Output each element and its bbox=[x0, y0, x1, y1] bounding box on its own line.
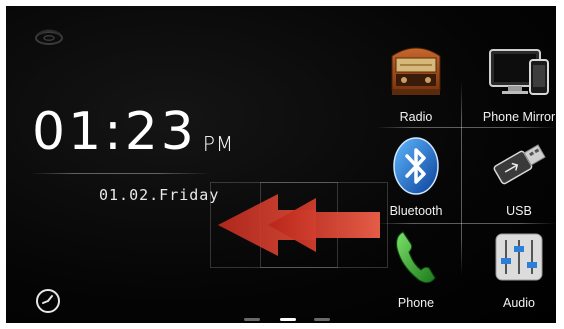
page-indicator-3[interactable] bbox=[314, 318, 330, 321]
clock-settings-icon[interactable] bbox=[35, 288, 61, 314]
app-audio[interactable]: Audio bbox=[473, 224, 556, 320]
disc-icon[interactable] bbox=[34, 28, 64, 48]
app-radio-label: Radio bbox=[399, 110, 433, 124]
clock-ampm: PM bbox=[202, 132, 235, 156]
phone-icon bbox=[396, 231, 436, 284]
phone-mirror-icon bbox=[489, 49, 549, 95]
swipe-left-arrow-icon bbox=[218, 194, 380, 256]
page-indicator-1[interactable] bbox=[244, 318, 260, 321]
clock-date: 01.02.Friday bbox=[99, 186, 220, 204]
app-bluetooth-label: Bluetooth bbox=[389, 204, 443, 218]
clock-divider bbox=[30, 173, 210, 174]
app-phone-label: Phone bbox=[397, 296, 435, 310]
app-radio[interactable]: Radio bbox=[370, 34, 462, 130]
home-screen: 01:23 PM 01.02.Friday Radio Phone Mirror… bbox=[6, 6, 556, 323]
app-phone-mirror[interactable]: Phone Mirror bbox=[473, 34, 556, 130]
page-indicator-2[interactable] bbox=[280, 318, 296, 321]
app-bluetooth[interactable]: Bluetooth bbox=[370, 130, 462, 226]
app-audio-label: Audio bbox=[503, 296, 535, 310]
clock-time: 01:23 bbox=[32, 102, 197, 162]
usb-icon bbox=[493, 144, 546, 185]
app-usb-label: USB bbox=[506, 204, 532, 218]
app-usb[interactable]: USB bbox=[473, 130, 556, 226]
app-phone[interactable]: Phone bbox=[370, 224, 462, 320]
audio-icon bbox=[495, 233, 543, 281]
clock-display: 01:23 PM bbox=[32, 106, 234, 158]
bluetooth-icon bbox=[393, 137, 439, 195]
app-phone-mirror-label: Phone Mirror bbox=[482, 110, 556, 124]
radio-icon bbox=[391, 47, 441, 95]
